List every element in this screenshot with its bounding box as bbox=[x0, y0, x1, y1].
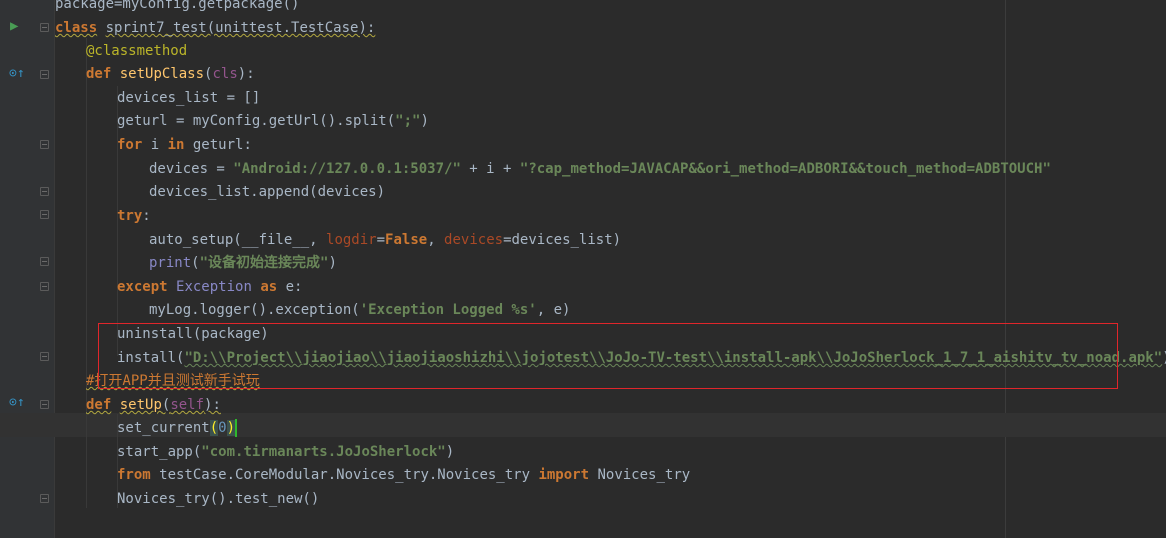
code-editor[interactable]: ▶ ⊙↑ ⊙↑ package=myConfig.getpackage() cl… bbox=[0, 0, 1166, 538]
code-line[interactable]: auto_setup(__file__, logdir=False, devic… bbox=[149, 228, 621, 252]
code-line[interactable]: devices_list = [] bbox=[117, 86, 260, 110]
override-icon[interactable]: ⊙↑ bbox=[9, 62, 25, 86]
code-line[interactable]: def setUp(self): bbox=[86, 393, 221, 417]
code-line[interactable]: start_app("com.tirmanarts.JoJoSherlock") bbox=[117, 440, 454, 464]
fold-icon[interactable] bbox=[40, 187, 49, 196]
code-line[interactable]: try: bbox=[117, 204, 151, 228]
override-icon[interactable]: ⊙↑ bbox=[9, 391, 25, 415]
code-line[interactable]: Novices_try().test_new() bbox=[117, 487, 319, 511]
indent-guide bbox=[86, 38, 87, 508]
code-line[interactable]: from testCase.CoreModular.Novices_try.No… bbox=[117, 463, 690, 487]
code-line[interactable]: for i in geturl: bbox=[117, 133, 252, 157]
run-icon[interactable]: ▶ bbox=[10, 14, 18, 38]
code-line[interactable]: def setUpClass(cls): bbox=[86, 62, 255, 86]
fold-icon[interactable] bbox=[40, 282, 49, 291]
fold-icon[interactable] bbox=[40, 400, 49, 409]
fold-icon[interactable] bbox=[40, 494, 49, 503]
code-line[interactable]: @classmethod bbox=[86, 39, 187, 63]
code-line[interactable]: except Exception as e: bbox=[117, 275, 302, 299]
fold-icon[interactable] bbox=[40, 210, 49, 219]
code-line[interactable]: class sprint7_test(unittest.TestCase): bbox=[55, 16, 375, 40]
highlight-annotation-box bbox=[98, 323, 1118, 389]
fold-icon[interactable] bbox=[40, 23, 49, 32]
code-line[interactable]: devices = "Android://127.0.0.1:5037/" + … bbox=[149, 157, 1051, 181]
fold-icon[interactable] bbox=[40, 140, 49, 149]
right-margin-guide bbox=[1005, 0, 1006, 538]
code-line[interactable]: devices_list.append(devices) bbox=[149, 180, 385, 204]
code-line[interactable]: set_current(0) bbox=[117, 416, 238, 440]
code-line[interactable]: myLog.logger().exception('Exception Logg… bbox=[149, 298, 570, 322]
code-line[interactable]: geturl = myConfig.getUrl().split(";") bbox=[117, 109, 429, 133]
code-line[interactable]: print("设备初始连接完成") bbox=[149, 251, 337, 275]
code-line[interactable]: package=myConfig.getpackage() bbox=[55, 0, 299, 16]
gutter-separator bbox=[54, 0, 55, 538]
fold-icon[interactable] bbox=[40, 70, 49, 79]
fold-icon[interactable] bbox=[40, 352, 49, 361]
fold-icon[interactable] bbox=[40, 257, 49, 266]
text-cursor bbox=[235, 419, 238, 437]
